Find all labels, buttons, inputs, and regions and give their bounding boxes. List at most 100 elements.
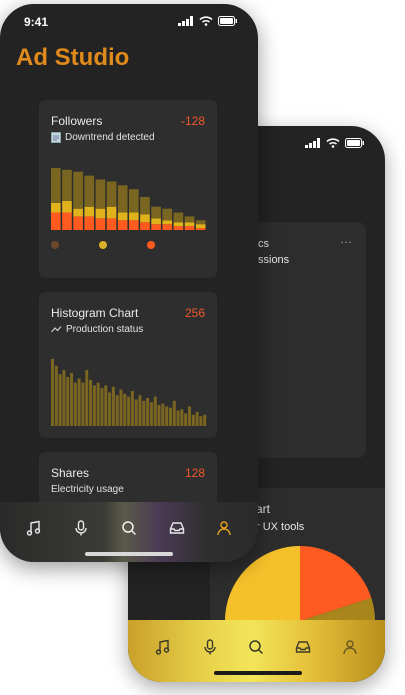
histogram-bar bbox=[70, 372, 74, 426]
histogram-bar bbox=[51, 358, 55, 426]
histogram-bar bbox=[142, 400, 146, 426]
histogram-bar bbox=[96, 382, 100, 426]
wifi-icon bbox=[326, 138, 340, 148]
bar-segment bbox=[62, 200, 72, 213]
histogram-bar bbox=[66, 377, 70, 426]
back-status-icons bbox=[305, 138, 365, 148]
histogram-bar bbox=[203, 414, 207, 426]
app-title: Ad Studio bbox=[16, 44, 130, 71]
bar-segment bbox=[129, 189, 139, 213]
histogram-bar bbox=[153, 396, 157, 426]
status-time: 9:41 bbox=[24, 15, 49, 29]
histogram-bar bbox=[172, 400, 176, 426]
card-title: Shares bbox=[51, 466, 90, 480]
histogram-bar bbox=[165, 406, 169, 426]
battery-icon bbox=[345, 138, 364, 148]
bar-segment bbox=[195, 228, 206, 230]
tab-search[interactable] bbox=[114, 513, 144, 543]
bar-segment bbox=[84, 206, 95, 217]
histogram-bar bbox=[187, 406, 191, 426]
bar-segment bbox=[117, 185, 128, 213]
card-subtitle-row: Electricity usage bbox=[51, 484, 124, 495]
bar-segment bbox=[62, 212, 72, 230]
histogram-bar bbox=[176, 410, 180, 426]
status-icons bbox=[178, 16, 238, 26]
histogram-bar bbox=[54, 365, 58, 426]
tab-microphone[interactable] bbox=[195, 632, 225, 662]
bar-segment bbox=[73, 208, 83, 217]
histogram-bar bbox=[134, 399, 138, 426]
histogram-bar bbox=[146, 398, 150, 426]
tab-music[interactable] bbox=[148, 632, 178, 662]
card-subtitle-row: Downtrend detected bbox=[51, 132, 155, 143]
bar-segment bbox=[106, 218, 117, 230]
tab-search[interactable] bbox=[241, 632, 271, 662]
bar-segment bbox=[129, 212, 139, 221]
histogram-bar bbox=[62, 370, 66, 426]
histogram-bar bbox=[180, 409, 184, 426]
card-title: Followers bbox=[51, 114, 103, 128]
inbox-icon bbox=[295, 641, 311, 653]
histogram-bar bbox=[104, 385, 108, 426]
bar-segment bbox=[73, 171, 83, 209]
microphone-icon bbox=[204, 639, 216, 655]
legend-dot bbox=[147, 241, 155, 249]
histogram-bar bbox=[108, 392, 112, 426]
bar-segment bbox=[195, 220, 206, 225]
home-indicator[interactable] bbox=[214, 671, 302, 675]
profile-icon bbox=[342, 640, 357, 655]
bar-segment bbox=[140, 222, 150, 230]
histogram-bar bbox=[85, 370, 89, 426]
signal-icon bbox=[305, 138, 320, 148]
histogram-bar bbox=[123, 393, 127, 426]
histogram-bar bbox=[92, 385, 96, 426]
card-subtitle-row: Production status bbox=[51, 324, 143, 335]
histogram-bar bbox=[115, 395, 119, 426]
bar-segment bbox=[95, 179, 106, 209]
bar-segment bbox=[62, 169, 72, 201]
bar-segment bbox=[173, 222, 184, 227]
bar-segment bbox=[117, 212, 128, 221]
histogram-card[interactable]: Histogram Chart 256 Production status bbox=[39, 292, 217, 438]
bar-segment bbox=[51, 212, 61, 230]
bar-segment bbox=[51, 167, 61, 203]
tab-music[interactable] bbox=[19, 513, 49, 543]
bar-segment bbox=[195, 224, 206, 229]
bar-segment bbox=[173, 226, 184, 230]
followers-card[interactable]: Followers -128 Downtrend detected bbox=[39, 100, 217, 278]
histogram-bar bbox=[77, 378, 81, 426]
search-icon bbox=[122, 521, 137, 536]
microphone-icon bbox=[75, 520, 88, 536]
tab-microphone[interactable] bbox=[66, 513, 96, 543]
bar-segment bbox=[73, 216, 83, 230]
document-icon bbox=[51, 132, 61, 143]
tab-profile[interactable] bbox=[335, 632, 365, 662]
home-indicator[interactable] bbox=[85, 552, 173, 556]
card-value: 256 bbox=[184, 306, 205, 320]
bar-segment bbox=[95, 208, 106, 219]
bar-segment bbox=[173, 212, 184, 223]
histogram-bar bbox=[81, 382, 85, 426]
tab-inbox[interactable] bbox=[288, 632, 318, 662]
histogram-bar bbox=[195, 412, 199, 426]
battery-icon bbox=[218, 16, 237, 26]
card-value: 128 bbox=[184, 466, 205, 480]
bar-segment bbox=[51, 202, 61, 213]
histogram-bar bbox=[127, 396, 131, 426]
card-value: -128 bbox=[180, 114, 205, 128]
bar-segment bbox=[84, 175, 95, 207]
tab-profile[interactable] bbox=[209, 513, 239, 543]
card-subtitle: Production status bbox=[66, 324, 144, 335]
tab-inbox[interactable] bbox=[162, 513, 192, 543]
histogram-bar bbox=[149, 402, 153, 426]
histogram-bar bbox=[161, 403, 165, 426]
histogram-bar bbox=[191, 414, 195, 426]
bar-segment bbox=[84, 216, 95, 230]
histogram-bar bbox=[100, 388, 104, 426]
wifi-icon bbox=[199, 16, 213, 26]
bar-segment bbox=[151, 206, 161, 219]
inbox-icon bbox=[169, 522, 184, 534]
bar-segment bbox=[184, 216, 195, 223]
bar-segment bbox=[184, 226, 195, 230]
histogram-bar bbox=[130, 391, 134, 426]
